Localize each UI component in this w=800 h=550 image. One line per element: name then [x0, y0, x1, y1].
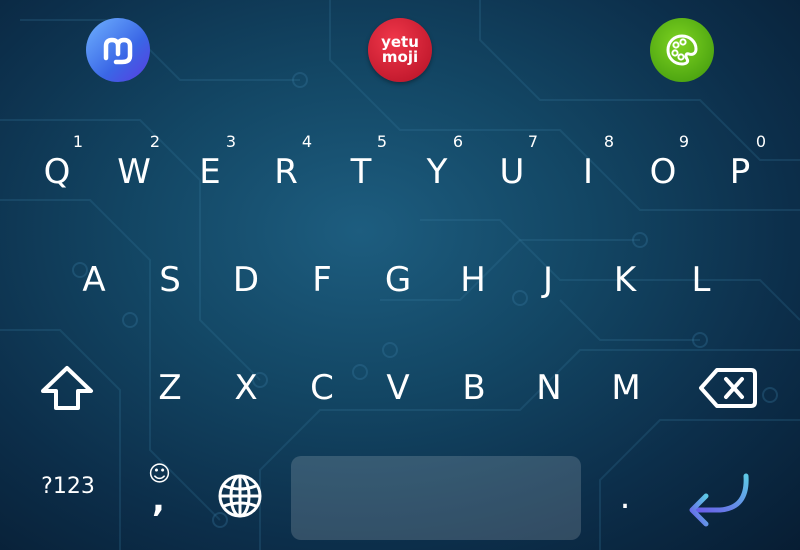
key-u[interactable]: U7: [482, 132, 542, 202]
key-hint: 6: [452, 132, 463, 151]
key-h[interactable]: H: [443, 250, 503, 310]
key-t[interactable]: T5: [331, 132, 391, 202]
theme-button[interactable]: [650, 18, 714, 82]
key-f[interactable]: F: [292, 250, 352, 310]
key-z[interactable]: Z: [140, 358, 200, 418]
key-j[interactable]: J: [518, 250, 578, 310]
yetumoji-icon-line2: moji: [381, 48, 419, 66]
key-hint: 9: [678, 132, 689, 151]
key-y[interactable]: Y6: [407, 132, 467, 202]
key-n[interactable]: N: [519, 358, 579, 418]
key-hint: 2: [149, 132, 160, 151]
key-s[interactable]: S: [140, 250, 200, 310]
key-label: Y: [426, 152, 448, 192]
comma-emoji-key[interactable]: ☺ ,: [140, 462, 180, 522]
backspace-icon: [699, 368, 757, 408]
key-o[interactable]: O9: [633, 132, 693, 202]
key-v[interactable]: V: [368, 358, 428, 418]
mastodon-button[interactable]: [86, 18, 150, 82]
key-g[interactable]: G: [368, 250, 428, 310]
key-d[interactable]: D: [216, 250, 276, 310]
key-label: E: [199, 152, 221, 192]
key-label: U: [499, 152, 525, 192]
key-hint: 4: [301, 132, 312, 151]
mastodon-icon: [103, 37, 133, 65]
globe-icon: [218, 474, 262, 518]
shift-button[interactable]: [37, 358, 97, 418]
suggestion-toolbar: yetu moji: [0, 18, 800, 88]
period-key[interactable]: .: [610, 472, 640, 522]
key-e[interactable]: E3: [180, 132, 240, 202]
key-a[interactable]: A: [64, 250, 124, 310]
key-hint: 3: [225, 132, 236, 151]
backspace-button[interactable]: [696, 358, 760, 418]
key-c[interactable]: C: [292, 358, 352, 418]
key-hint: 7: [527, 132, 538, 151]
key-r[interactable]: R4: [256, 132, 316, 202]
enter-arrow-icon: [689, 473, 749, 527]
key-hint: 5: [376, 132, 387, 151]
key-x[interactable]: X: [216, 358, 276, 418]
key-l[interactable]: L: [671, 250, 731, 310]
key-i[interactable]: I8: [558, 132, 618, 202]
key-w[interactable]: W2: [104, 132, 164, 202]
key-label: O: [649, 152, 677, 192]
key-m[interactable]: M: [596, 358, 656, 418]
key-hint: 8: [603, 132, 614, 151]
enter-button[interactable]: [680, 470, 756, 530]
shift-arrow-icon: [41, 366, 93, 410]
comma-label: ,: [152, 480, 165, 520]
key-b[interactable]: B: [444, 358, 504, 418]
key-label: P: [729, 152, 751, 192]
spacebar[interactable]: [291, 456, 581, 540]
symbols-key[interactable]: ?123: [32, 468, 104, 504]
key-label: Q: [43, 152, 71, 192]
key-hint: 0: [755, 132, 766, 151]
key-k[interactable]: K: [595, 250, 655, 310]
key-q[interactable]: Q1: [27, 132, 87, 202]
key-label: W: [117, 152, 151, 192]
palette-icon: [666, 34, 698, 66]
key-label: T: [350, 152, 372, 192]
yetumoji-button[interactable]: yetu moji: [368, 18, 432, 82]
key-p[interactable]: P0: [710, 132, 770, 202]
key-label: R: [274, 152, 298, 192]
key-label: I: [582, 152, 594, 192]
language-key[interactable]: [212, 468, 268, 524]
key-hint: 1: [72, 132, 83, 151]
